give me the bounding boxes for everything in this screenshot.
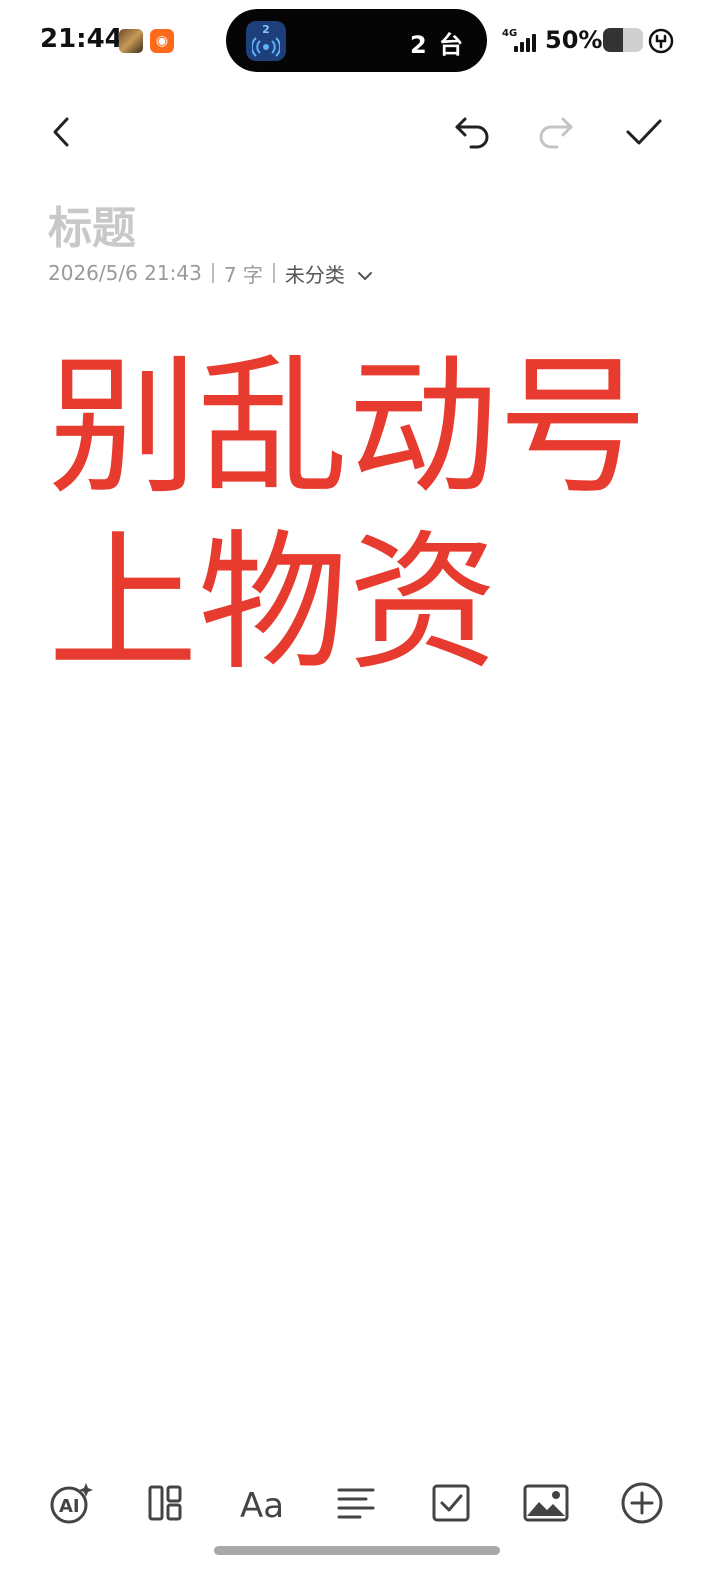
home-indicator[interactable] <box>214 1546 500 1555</box>
text-format-button[interactable]: Aa <box>234 1470 290 1536</box>
checklist-icon <box>432 1484 470 1522</box>
kuaishou-app-icon: ◉ <box>150 29 174 53</box>
battery-fill <box>603 28 623 52</box>
word-count: 7 字 <box>223 262 263 287</box>
note-line: 上物资 <box>48 517 499 691</box>
category-selector[interactable]: 未分类 <box>285 259 373 288</box>
island-text: 2 台 <box>409 31 465 59</box>
image-icon <box>523 1484 569 1522</box>
svg-text:Aa: Aa <box>240 1486 284 1523</box>
add-icon <box>621 1482 663 1524</box>
status-time: 21:44 <box>40 24 123 54</box>
dynamic-island[interactable]: 2 2 台 <box>226 9 487 72</box>
ai-assistant-button[interactable]: AI <box>43 1470 99 1536</box>
note-line: 别乱动号 <box>48 341 649 515</box>
redo-icon <box>539 117 573 149</box>
layout-button[interactable] <box>138 1470 194 1536</box>
align-button[interactable] <box>328 1470 384 1536</box>
done-button[interactable] <box>616 100 672 164</box>
meta-divider <box>211 263 214 283</box>
status-bar: 21:44 ◉ 2 2 台 4G 50% <box>0 0 720 82</box>
game-app-icon <box>119 29 143 53</box>
undo-icon <box>455 117 489 149</box>
svg-text:AI: AI <box>59 1496 80 1517</box>
add-button[interactable] <box>614 1470 670 1536</box>
image-button[interactable] <box>518 1470 574 1536</box>
battery-icon <box>603 28 643 52</box>
editor-toolbar <box>0 100 720 164</box>
note-body[interactable]: 别乱动号 上物资 <box>48 340 688 692</box>
charging-icon <box>648 28 674 54</box>
signal-icon <box>512 32 540 52</box>
chevron-left-icon <box>53 117 69 147</box>
checkmark-icon <box>626 119 662 145</box>
category-label: 未分类 <box>284 262 345 287</box>
back-button[interactable] <box>34 100 90 164</box>
align-icon <box>337 1488 375 1519</box>
redo-button[interactable] <box>528 100 584 164</box>
text-format-icon: Aa <box>240 1486 284 1523</box>
broadcast-icon: 2 <box>246 21 286 61</box>
meta-divider <box>272 263 275 283</box>
note-date: 2026/5/6 21:43 <box>48 261 202 285</box>
battery-percent: 50% <box>545 26 603 54</box>
layout-icon <box>148 1485 182 1521</box>
title-input[interactable]: 标题 <box>48 192 136 256</box>
ai-assistant-icon: AI <box>50 1483 93 1524</box>
note-meta: 2026/5/6 21:43 7 字 未分类 <box>48 259 373 287</box>
undo-button[interactable] <box>444 100 500 164</box>
checklist-button[interactable] <box>423 1470 479 1536</box>
chevron-down-icon <box>358 271 373 280</box>
format-toolbar: AI Aa <box>0 1470 720 1536</box>
